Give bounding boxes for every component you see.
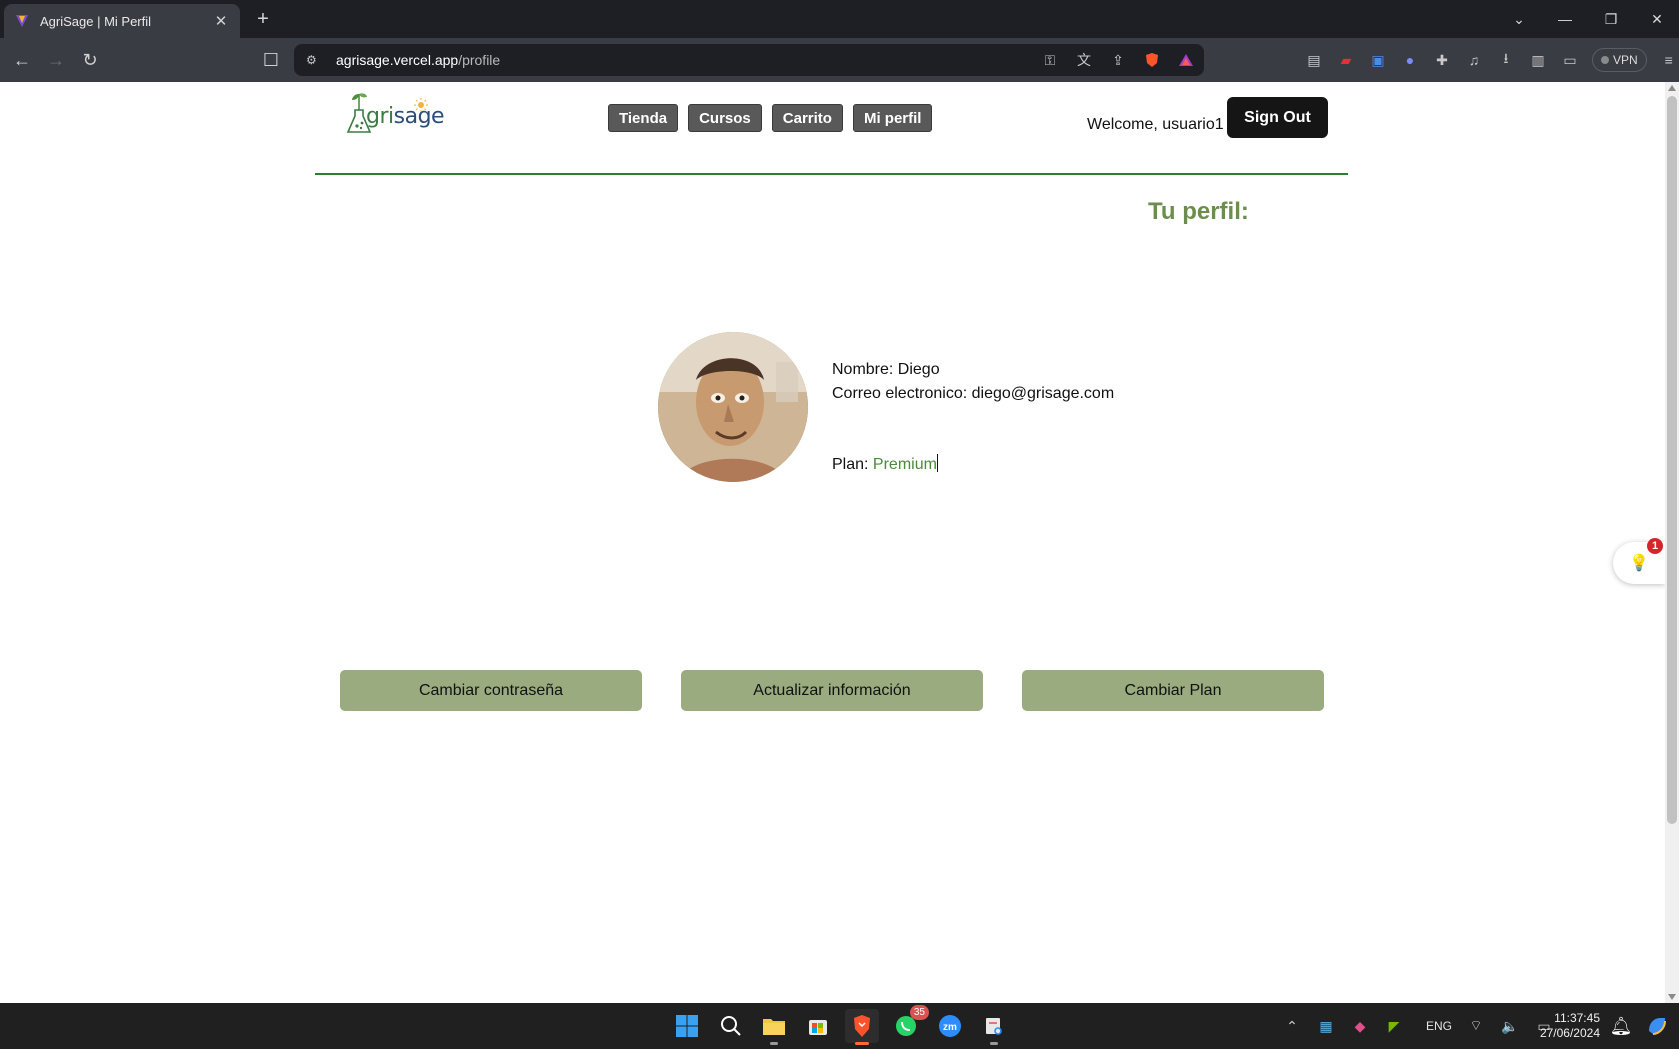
clock-time: 11:37:45 <box>1554 1011 1600 1025</box>
back-arrow-icon[interactable]: ← <box>10 48 34 72</box>
running-indicator <box>990 1042 998 1045</box>
browser-toolbar: ← → ↻ ☐ ⚙ agrisage.vercel.app/profile ⚿ … <box>0 38 1679 82</box>
vpn-button[interactable]: VPN <box>1592 48 1647 72</box>
change-password-button[interactable]: Cambiar contraseña <box>340 670 642 711</box>
nav-carrito[interactable]: Carrito <box>771 104 843 132</box>
extensions-puzzle-icon[interactable]: ✚ <box>1432 50 1452 70</box>
language-indicator[interactable]: ENG <box>1426 1019 1452 1033</box>
browser-tab-bar: AgriSage | Mi Perfil ✕ + ⌄ — ❐ ✕ <box>0 0 1679 38</box>
menu-hamburger-icon[interactable]: ≡ <box>1659 50 1679 70</box>
windows-start-icon[interactable] <box>670 1009 704 1043</box>
forward-arrow-icon[interactable]: → <box>44 48 68 72</box>
discord-extension-icon[interactable]: ● <box>1400 50 1420 70</box>
bookmark-icon[interactable]: ☐ <box>259 48 283 72</box>
vpn-status-dot <box>1601 56 1609 64</box>
windows-taskbar: 35 zm ⌃ ▦ ◆ ◤ ENG ⌔ 🔈 ▭ 11:37:45 27/06/2… <box>0 1003 1679 1049</box>
window-close-icon[interactable]: ✕ <box>1634 0 1679 38</box>
url-text[interactable]: agrisage.vercel.app/profile <box>336 52 500 68</box>
translate-extension-icon[interactable]: ▣ <box>1368 50 1388 70</box>
plan-value: Premium <box>872 456 937 473</box>
logo-wordmark: grisage <box>366 104 445 129</box>
page-viewport: grisage Tienda Cursos Carrito Mi perfil … <box>0 82 1665 1003</box>
scrollbar-thumb[interactable] <box>1667 96 1677 824</box>
agrisage-logo[interactable]: grisage <box>344 90 445 138</box>
notification-bell-icon[interactable]: 🔔︎ <box>1604 1009 1638 1043</box>
restore-icon[interactable]: ❐ <box>1588 0 1634 38</box>
whatsapp-badge: 35 <box>909 1005 929 1020</box>
downloads-icon[interactable]: ⭳ <box>1496 50 1516 70</box>
page-scrollbar[interactable] <box>1665 82 1679 1003</box>
svg-text:zm: zm <box>943 1022 957 1033</box>
pdf-extension-icon[interactable]: ▰ <box>1336 50 1356 70</box>
page-title: Tu perfil: <box>1148 198 1249 225</box>
zoom-icon[interactable]: zm <box>933 1009 967 1043</box>
wifi-icon[interactable]: ⌔ <box>1466 1016 1486 1036</box>
url-path: /profile <box>458 52 501 68</box>
header-divider <box>315 173 1348 175</box>
plan-label: Plan: <box>832 456 873 473</box>
nvidia-icon[interactable]: ◤ <box>1384 1016 1404 1036</box>
tray-app-2-icon[interactable]: ◆ <box>1350 1016 1370 1036</box>
notification-badge: 1 <box>1647 538 1663 554</box>
welcome-text: Welcome, usuario1 <box>1087 116 1224 133</box>
password-key-icon[interactable]: ⚿ <box>1040 50 1060 70</box>
copilot-icon[interactable] <box>1640 1009 1674 1043</box>
url-host: agrisage.vercel.app <box>336 52 459 68</box>
tab-close-icon[interactable]: ✕ <box>212 12 230 30</box>
tab-search-chevron-icon[interactable]: ⌄ <box>1496 0 1542 38</box>
address-bar[interactable]: ⚙ agrisage.vercel.app/profile ⚿ 文 ⇪ <box>294 44 1204 76</box>
profile-name: Nombre: Diego <box>832 361 940 378</box>
volume-icon[interactable]: 🔈 <box>1500 1016 1520 1036</box>
tray-app-icon[interactable]: ▦ <box>1316 1016 1336 1036</box>
file-explorer-icon[interactable] <box>757 1009 791 1045</box>
media-music-icon[interactable]: ♫ <box>1464 50 1484 70</box>
system-tray: ⌃ ▦ ◆ ◤ ENG ⌔ 🔈 ▭ <box>1282 1003 1554 1049</box>
profile-photo-icon <box>658 332 808 482</box>
text-cursor <box>936 454 938 472</box>
system-clock[interactable]: 11:37:45 27/06/2024 <box>1530 1011 1600 1041</box>
change-plan-button[interactable]: Cambiar Plan <box>1022 670 1324 711</box>
reader-mode-icon[interactable]: ▤ <box>1304 50 1324 70</box>
minimize-icon[interactable]: — <box>1542 0 1588 38</box>
snipping-tool-icon[interactable] <box>977 1009 1011 1045</box>
brave-shield-icon[interactable] <box>1142 50 1162 70</box>
new-tab-plus-icon[interactable]: + <box>251 7 275 31</box>
site-favicon-icon <box>16 15 28 27</box>
tab-title: AgriSage | Mi Perfil <box>40 13 152 29</box>
tray-overflow-chevron-icon[interactable]: ⌃ <box>1282 1016 1302 1036</box>
reload-icon[interactable]: ↻ <box>78 48 102 72</box>
browser-tab[interactable]: AgriSage | Mi Perfil ✕ <box>4 4 240 38</box>
nav-mi-perfil[interactable]: Mi perfil <box>852 104 933 132</box>
running-indicator <box>770 1042 778 1045</box>
sun-logo-icon <box>414 98 428 112</box>
nav-tienda[interactable]: Tienda <box>608 104 679 132</box>
share-icon[interactable]: ⇪ <box>1108 50 1128 70</box>
microsoft-store-icon[interactable] <box>801 1009 835 1043</box>
profile-info: Nombre: Diego Correo electronico: diego@… <box>832 358 1114 406</box>
brave-browser-icon[interactable] <box>845 1009 879 1045</box>
active-indicator <box>855 1042 869 1045</box>
translate-icon[interactable]: 文 <box>1074 50 1094 70</box>
brave-rewards-icon[interactable] <box>1176 50 1196 70</box>
scroll-down-arrow-icon[interactable] <box>1668 994 1676 1000</box>
logo-gri: gri <box>366 104 394 129</box>
lightbulb-icon: 💡 <box>1629 555 1649 572</box>
site-settings-icon[interactable]: ⚙ <box>306 53 322 67</box>
scroll-up-arrow-icon[interactable] <box>1668 85 1676 91</box>
profile-plan: Plan: Premium <box>832 454 938 474</box>
extensions-row: ▤ ▰ ▣ ● ✚ ♫ ⭳ ▥ ▭ VPN ≡ <box>1304 48 1679 72</box>
profile-email: Correo electronico: diego@grisage.com <box>832 385 1115 402</box>
nav-cursos[interactable]: Cursos <box>688 104 762 132</box>
update-info-button[interactable]: Actualizar información <box>681 670 983 711</box>
floating-assistant-widget[interactable]: 💡 1 <box>1613 538 1665 584</box>
search-icon[interactable] <box>714 1009 748 1043</box>
clock-date: 27/06/2024 <box>1539 1026 1600 1040</box>
sidebar-icon[interactable]: ▥ <box>1528 50 1548 70</box>
wallet-icon[interactable]: ▭ <box>1560 50 1580 70</box>
sign-out-button[interactable]: Sign Out <box>1227 97 1328 138</box>
avatar <box>658 332 808 482</box>
main-nav: Tienda Cursos Carrito Mi perfil <box>608 104 933 132</box>
whatsapp-icon[interactable]: 35 <box>889 1005 929 1043</box>
vpn-label: VPN <box>1613 53 1638 67</box>
